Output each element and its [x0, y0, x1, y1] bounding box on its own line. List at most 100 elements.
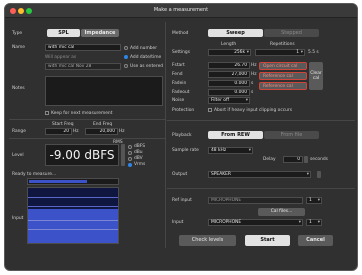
- method-label: Method: [172, 31, 189, 36]
- ref-channel-value: 1: [309, 198, 312, 203]
- panel-separator: [165, 22, 166, 248]
- meter-gridline: [28, 229, 118, 230]
- repetitions-select[interactable]: 1 ▾: [255, 49, 305, 56]
- delay-input[interactable]: 0: [283, 156, 303, 163]
- dbfs-radio[interactable]: [128, 145, 132, 149]
- fadeout-label: Fadeout: [172, 90, 190, 95]
- fadein-input[interactable]: 0.000: [208, 80, 250, 87]
- reference-cal-button[interactable]: Reference cal: [259, 72, 307, 80]
- dbu-label: dBu: [134, 150, 143, 155]
- ref-input-select[interactable]: MICROPHONE: [208, 197, 303, 204]
- input-channel-value: 1: [309, 220, 312, 225]
- open-circuit-cal-button[interactable]: Open circuit cal: [259, 62, 307, 70]
- start-freq-label: Start Freq: [52, 122, 74, 127]
- fstart-input[interactable]: 26.70: [208, 62, 250, 69]
- start-freq-input[interactable]: 20: [45, 128, 72, 135]
- add-number-radio[interactable]: [124, 46, 128, 50]
- output-channel-stepper[interactable]: [317, 171, 321, 178]
- chevron-down-icon: ▾: [245, 98, 248, 103]
- keep-for-next-label: Keep for next measurement: [51, 111, 113, 116]
- input-label: Input: [12, 216, 24, 221]
- from-rew-button[interactable]: From REW: [208, 131, 263, 139]
- chevron-down-icon: ▾: [300, 50, 303, 55]
- tab-sweep[interactable]: Sweep: [208, 29, 263, 37]
- noise-label: Noise: [172, 98, 185, 103]
- level-label: Level: [12, 153, 24, 158]
- protection-label: Protection: [172, 108, 195, 113]
- notes-textarea[interactable]: [45, 76, 163, 106]
- dbv-label: dBV: [134, 156, 143, 161]
- ref-channel-select[interactable]: 1 ▾: [306, 197, 322, 204]
- tab-stepped[interactable]: Stepped: [264, 29, 319, 37]
- divider: [9, 138, 165, 139]
- fend-hz-unit: Hz: [251, 72, 257, 77]
- vrms-radio[interactable]: [128, 163, 132, 167]
- clear-cal-button[interactable]: Clear cal: [309, 62, 323, 90]
- level-display[interactable]: -9.00 dBFS: [45, 144, 119, 166]
- delay-unit: seconds: [310, 157, 328, 162]
- playback-label: Playback: [172, 133, 192, 138]
- cancel-button[interactable]: Cancel: [298, 235, 333, 246]
- name-input[interactable]: with mic cal: [45, 44, 121, 51]
- input-channel-select[interactable]: 1 ▾: [306, 219, 322, 226]
- sample-rate-select[interactable]: 48 kHz ▾: [208, 147, 253, 154]
- fadeout-seconds-unit: s: [251, 90, 254, 95]
- input-meter: [27, 187, 119, 244]
- level-stepper[interactable]: [121, 144, 125, 166]
- length-label: Length: [221, 42, 237, 47]
- peak-meter: [27, 178, 119, 185]
- chevron-down-icon: ▾: [298, 220, 301, 225]
- chevron-down-icon: ▾: [306, 172, 309, 177]
- sample-rate-value: 48 kHz: [211, 148, 227, 153]
- fend-input[interactable]: 27,000: [208, 71, 250, 78]
- chevron-down-icon: ▾: [317, 220, 320, 225]
- chevron-down-icon: ▾: [246, 50, 249, 55]
- will-appear-label: Will appear as: [45, 55, 77, 60]
- title-bar: Make a measurement: [5, 4, 357, 18]
- reference-cal-secondary-button[interactable]: Reference cal: [259, 82, 307, 90]
- fadeout-input[interactable]: 0.000: [208, 89, 250, 96]
- fadein-seconds-unit: s: [251, 81, 254, 86]
- ref-input-label: Ref input: [172, 198, 192, 203]
- end-freq-input[interactable]: 20,000: [85, 128, 118, 135]
- use-as-entered-label: Use as entered: [130, 64, 164, 69]
- peak-meter-fill: [29, 180, 87, 183]
- add-number-label: Add number: [130, 46, 158, 51]
- measurement-dialog: Make a measurement Type SPL Impedance Na…: [4, 3, 358, 271]
- window-title: Make a measurement: [153, 7, 209, 13]
- delay-stepper[interactable]: [304, 156, 308, 163]
- check-levels-button[interactable]: Check levels: [179, 235, 236, 246]
- output-label: Output: [172, 172, 188, 177]
- appear-as-value: with mic cal Nov 28: [45, 63, 121, 70]
- output-select[interactable]: SPEAKER ▾: [208, 171, 311, 178]
- end-freq-label: End Freq: [93, 122, 113, 127]
- input-device-select[interactable]: MICROPHONE ▾: [208, 219, 303, 226]
- vrms-label: Vrms: [134, 162, 146, 167]
- fstart-hz-unit: Hz: [251, 63, 257, 68]
- cal-files-button[interactable]: Cal files...: [258, 208, 305, 216]
- dbv-radio[interactable]: [128, 157, 132, 161]
- delay-label: Delay: [263, 157, 276, 162]
- add-date-time-radio[interactable]: [124, 55, 128, 59]
- start-button[interactable]: Start: [245, 235, 290, 246]
- tab-spl[interactable]: SPL: [47, 29, 80, 37]
- dbfs-label: dBFS: [134, 144, 146, 149]
- chevron-down-icon: ▾: [248, 148, 251, 153]
- input-device-value: MICROPHONE: [211, 220, 242, 225]
- chevron-down-icon: ▾: [317, 198, 320, 203]
- dbu-radio[interactable]: [128, 151, 132, 155]
- keep-for-next-checkbox[interactable]: [45, 111, 49, 115]
- name-label: Name: [12, 45, 25, 50]
- tab-impedance[interactable]: Impedance: [81, 29, 119, 37]
- abort-clipping-checkbox[interactable]: [208, 108, 212, 112]
- fstart-label: Fstart: [172, 63, 185, 68]
- use-as-entered-radio[interactable]: [124, 64, 128, 68]
- input-meter-fill: [28, 209, 118, 243]
- settings-label: Settings: [172, 50, 191, 55]
- range-label: Range: [12, 129, 26, 134]
- sweep-time: 5.5 s: [308, 50, 319, 55]
- length-select[interactable]: 256k ▾: [208, 49, 251, 56]
- noise-select[interactable]: Filter off ▾: [208, 97, 250, 104]
- fend-label: Fend: [172, 72, 183, 77]
- from-file-button[interactable]: From file: [264, 131, 319, 139]
